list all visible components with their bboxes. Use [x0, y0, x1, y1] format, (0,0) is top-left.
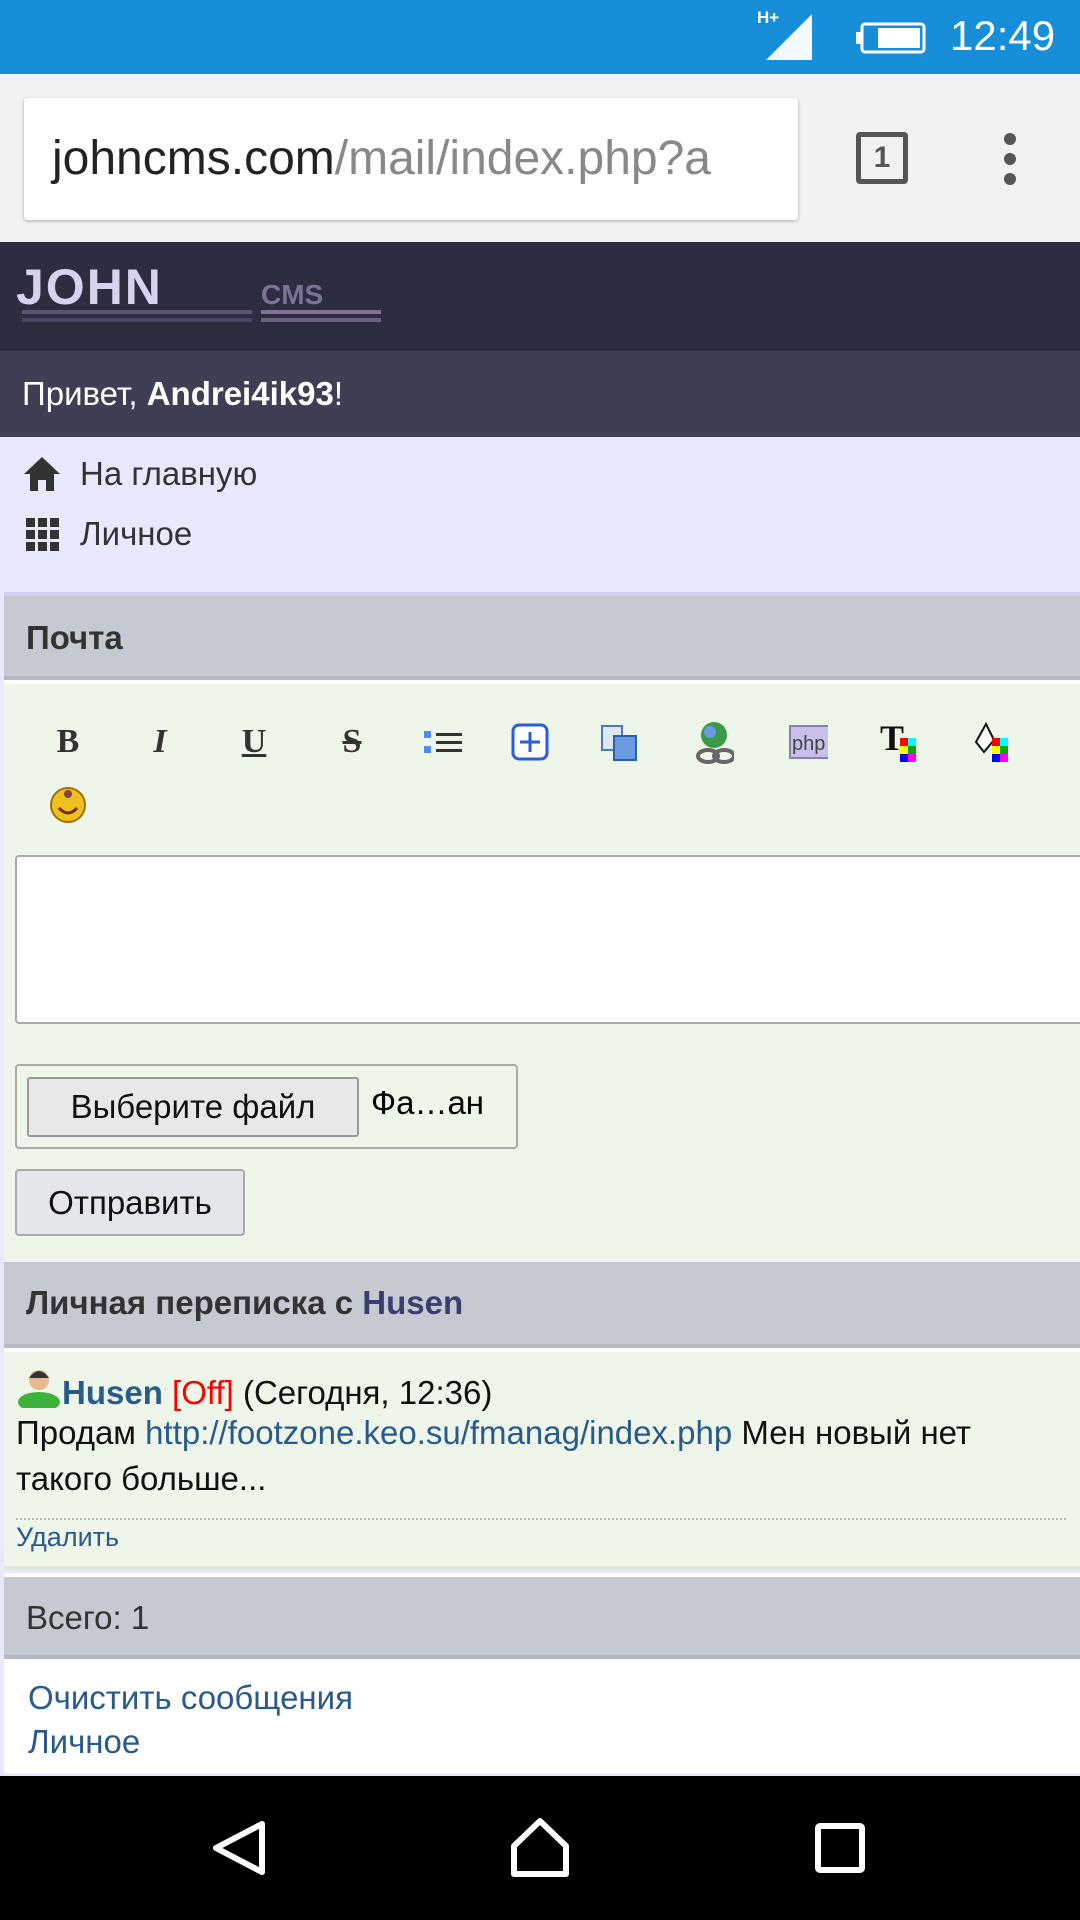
greeting: Привет, Andrei4ik93! [0, 351, 1080, 437]
home-nav-icon[interactable] [508, 1816, 572, 1878]
delete-link[interactable]: Удалить [16, 1522, 119, 1553]
clear-messages-link[interactable]: Очистить сообщения [28, 1679, 353, 1717]
online-status: [Off] [172, 1374, 234, 1411]
footer-links: Очистить сообщения Личное [4, 1659, 1080, 1773]
message-item: Husen [Off] (Сегодня, 12:36) Продам http… [4, 1348, 1080, 1570]
author-link[interactable]: Husen [62, 1374, 163, 1411]
link-icon[interactable] [694, 722, 734, 764]
browser-toolbar: johncms.com/mail/index.php?a 1 [0, 74, 1080, 242]
clock: 12:49 [950, 12, 1056, 59]
url-bar[interactable]: johncms.com/mail/index.php?a [24, 98, 798, 220]
url-path: /mail/index.php?a [334, 132, 711, 185]
compose-form: B I U S php T Выберите файл Фа…ан Отправ… [4, 680, 1080, 1262]
bg-color-icon[interactable] [972, 721, 1012, 762]
text-before: Продам [16, 1414, 146, 1451]
home-icon [24, 457, 60, 491]
page: JOHN CMS Привет, Andrei4ik93! На главную… [0, 242, 1080, 1776]
battery-icon [856, 22, 926, 54]
conversation-header: Личная переписка с Husen [4, 1262, 1080, 1348]
text-color-icon[interactable]: T [880, 720, 920, 762]
back-icon[interactable] [210, 1820, 270, 1876]
bold-icon[interactable]: B [48, 722, 88, 762]
italic-icon[interactable]: I [140, 722, 180, 762]
url-host: johncms.com [52, 132, 335, 185]
message-textarea[interactable] [15, 855, 1080, 1024]
site-header: JOHN CMS [0, 242, 1080, 351]
mail-header: Почта [4, 592, 1080, 680]
message-time: (Сегодня, 12:36) [242, 1374, 493, 1411]
list-icon[interactable] [424, 722, 464, 762]
strikethrough-icon[interactable]: S [332, 722, 372, 762]
johncms-logo[interactable]: JOHN CMS [16, 264, 386, 326]
menu-icon[interactable] [998, 132, 1022, 186]
nav-personal-label: Личное [80, 515, 193, 552]
nav-home-label: На главную [80, 455, 258, 492]
underline-icon[interactable]: U [234, 722, 274, 762]
svg-text:php: php [792, 733, 825, 755]
greeting-suffix: ! [333, 375, 343, 412]
conversation-title: Личная переписка с [26, 1284, 363, 1321]
greeting-prefix: Привет, [22, 375, 147, 412]
file-input[interactable]: Выберите файл Фа…ан [15, 1064, 518, 1149]
system-nav-bar [0, 1776, 1080, 1920]
php-icon[interactable]: php [788, 722, 828, 762]
quote-icon[interactable] [600, 722, 640, 762]
svg-text:CMS: CMS [261, 279, 323, 310]
tab-switcher-button[interactable]: 1 [856, 132, 908, 184]
signal-icon [766, 14, 812, 60]
personal-link[interactable]: Личное [28, 1723, 140, 1761]
message-text: Продам http://footzone.keo.su/fmanag/ind… [16, 1410, 1066, 1502]
svg-text:JOHN: JOHN [16, 264, 163, 315]
status-bar: H+ 12:49 [0, 0, 1080, 74]
total-count: Всего: 1 [4, 1573, 1080, 1659]
nav-personal[interactable]: Личное [22, 514, 192, 554]
nav-home[interactable]: На главную [22, 454, 257, 494]
choose-file-button[interactable]: Выберите файл [27, 1077, 359, 1137]
grid-icon [26, 518, 59, 551]
divider [16, 1518, 1066, 1520]
nav-menu: На главную Личное [4, 437, 1080, 592]
username: Andrei4ik93 [146, 375, 334, 412]
partner-link[interactable]: Husen [362, 1284, 463, 1321]
send-button[interactable]: Отправить [15, 1169, 245, 1236]
spoiler-icon[interactable] [510, 722, 550, 762]
user-icon [18, 1370, 60, 1412]
message-link[interactable]: http://footzone.keo.su/fmanag/index.php [145, 1414, 732, 1451]
recents-icon[interactable] [814, 1822, 866, 1874]
smiley-icon[interactable] [48, 782, 88, 823]
file-status: Фа…ан [371, 1084, 485, 1121]
